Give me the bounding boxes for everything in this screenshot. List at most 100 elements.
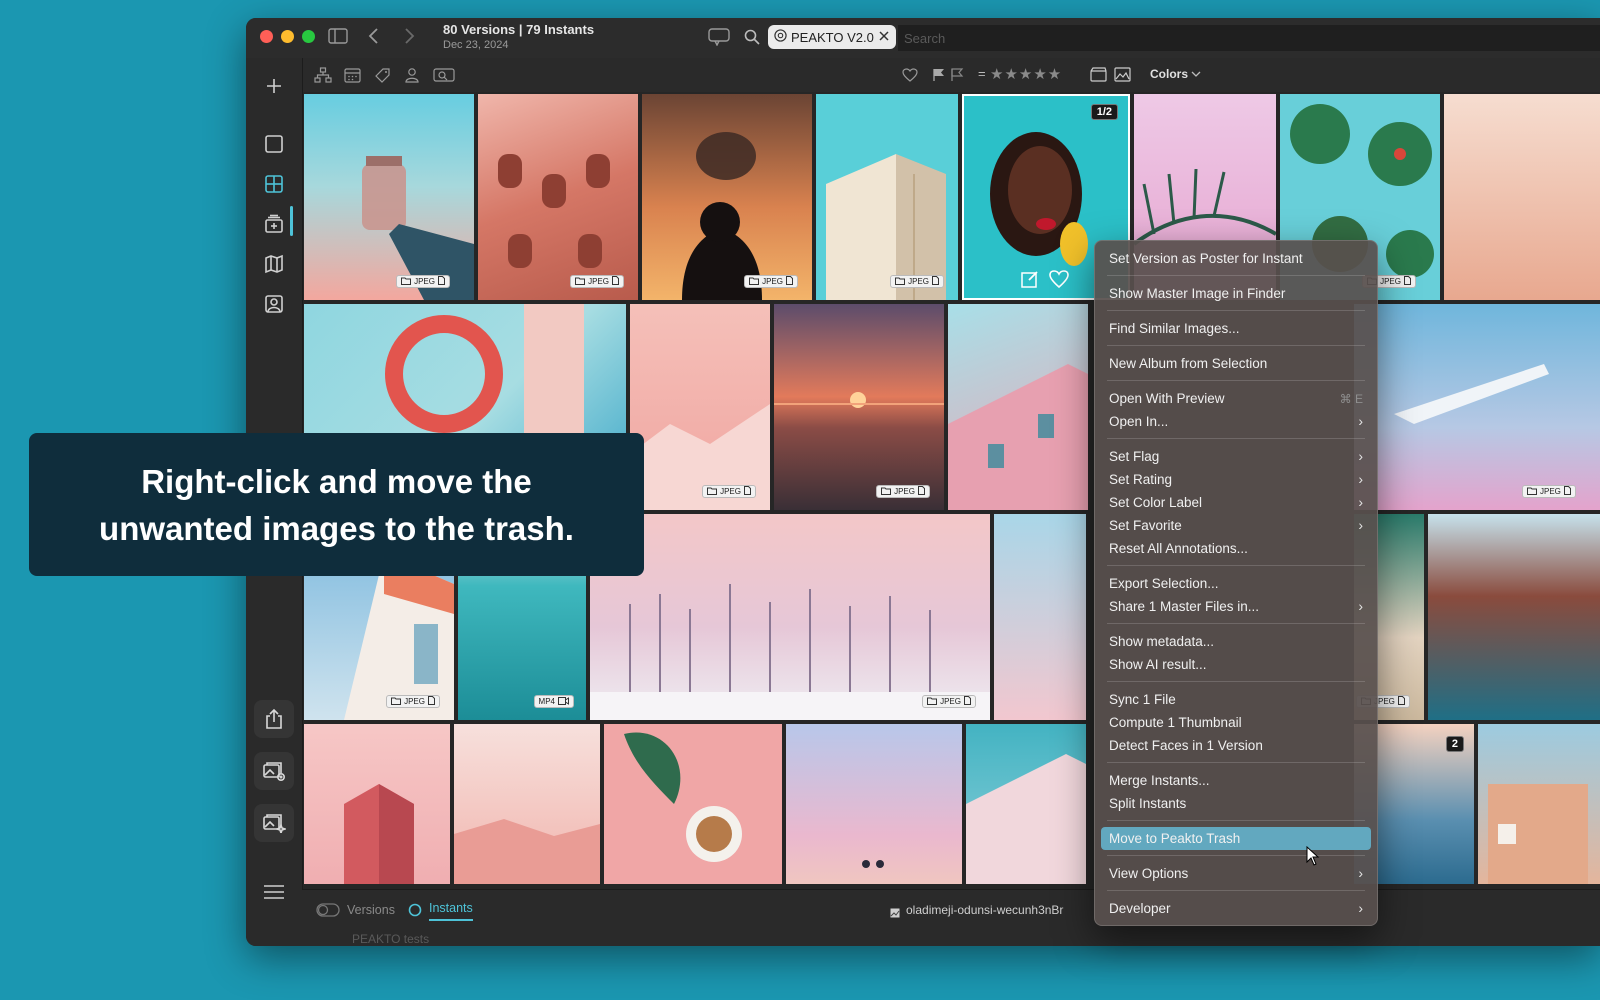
search-input[interactable]: [898, 25, 1600, 51]
back-icon[interactable]: [367, 27, 379, 50]
folder-icon: [881, 487, 892, 497]
rating-stars[interactable]: ★★★★★: [990, 65, 1062, 83]
photo-tile[interactable]: [948, 304, 1088, 510]
versions-label[interactable]: Versions: [347, 903, 395, 917]
version-count-badge: 1/2: [1090, 104, 1118, 120]
photo-tile[interactable]: JPEG: [1354, 304, 1600, 510]
minimize-window-button[interactable]: [281, 30, 294, 43]
menu-item-compute-thumbnail[interactable]: Compute 1 Thumbnail: [1101, 711, 1371, 734]
filter-toolbar: = ★★★★★ Colors: [302, 58, 1600, 92]
single-view-button[interactable]: [260, 130, 288, 158]
menu-item-set-poster[interactable]: Set Version as Poster for Instant: [1101, 247, 1371, 270]
photo-tile[interactable]: [1478, 724, 1600, 884]
menu-item-developer[interactable]: Developer ›: [1101, 897, 1371, 920]
search-icon[interactable]: [744, 29, 760, 50]
photo-tile[interactable]: JPEG: [590, 514, 990, 720]
close-window-button[interactable]: [260, 30, 273, 43]
file-type-badge: JPEG: [570, 275, 624, 288]
map-button[interactable]: [260, 250, 288, 278]
people-button[interactable]: [260, 290, 288, 318]
share-button[interactable]: [254, 700, 294, 738]
rating-operator[interactable]: =: [978, 66, 986, 81]
menu-item-detect-faces[interactable]: Detect Faces in 1 Version: [1101, 734, 1371, 757]
pink-house-image: [948, 364, 1088, 510]
keyboard-shortcut: ⌘ E: [1339, 391, 1363, 406]
ai-import-button[interactable]: [254, 804, 294, 842]
remove-token-icon[interactable]: [878, 30, 890, 45]
menu-item-open-with-preview[interactable]: Open With Preview ⌘ E: [1101, 387, 1371, 410]
menu-item-show-metadata[interactable]: Show metadata...: [1101, 630, 1371, 653]
photo-tile[interactable]: [1428, 514, 1600, 720]
menu-item-find-similar[interactable]: Find Similar Images...: [1101, 317, 1371, 340]
plus-icon: [267, 79, 281, 93]
photo-tile[interactable]: [304, 724, 450, 884]
folder-icon: [895, 277, 906, 287]
photo-tile[interactable]: [604, 724, 782, 884]
context-menu: Set Version as Poster for Instant Show M…: [1094, 240, 1378, 926]
photo-tile[interactable]: JPEG: [642, 94, 812, 300]
callout-line-2: unwanted images to the trash.: [99, 509, 574, 547]
menu-item-move-to-trash[interactable]: Move to Peakto Trash: [1101, 827, 1371, 850]
menu-item-reset-annotations[interactable]: Reset All Annotations...: [1101, 537, 1371, 560]
menu-item-set-flag[interactable]: Set Flag ›: [1101, 445, 1371, 468]
colors-dropdown[interactable]: Colors: [1150, 67, 1201, 81]
menu-item-view-options[interactable]: View Options ›: [1101, 862, 1371, 885]
image-filter-icon[interactable]: [1114, 67, 1131, 87]
photo-tile[interactable]: [786, 724, 962, 884]
photo-tile[interactable]: [966, 724, 1086, 884]
import-images-button[interactable]: [254, 752, 294, 790]
menu-item-share-master-files[interactable]: Share 1 Master Files in... ›: [1101, 595, 1371, 618]
photo-tile[interactable]: JPEG: [774, 304, 944, 510]
menu-item-export-selection[interactable]: Export Selection...: [1101, 572, 1371, 595]
menu-item-set-favorite[interactable]: Set Favorite ›: [1101, 514, 1371, 537]
reject-flag-icon[interactable]: [950, 68, 964, 87]
edit-icon[interactable]: [1020, 269, 1040, 294]
menu-item-show-ai-result[interactable]: Show AI result...: [1101, 653, 1371, 676]
menu-separator: [1107, 565, 1365, 566]
file-icon: [1404, 276, 1411, 287]
instants-label[interactable]: Instants: [429, 901, 473, 921]
menu-separator: [1107, 820, 1365, 821]
menu-separator: [1107, 855, 1365, 856]
zoom-window-button[interactable]: [302, 30, 315, 43]
comment-icon[interactable]: [708, 28, 730, 51]
photo-tile[interactable]: [1444, 94, 1600, 300]
forward-icon[interactable]: [404, 27, 416, 50]
add-button[interactable]: [260, 72, 288, 100]
file-icon: [438, 276, 445, 287]
photo-tile[interactable]: JPEG: [816, 94, 958, 300]
calendar-icon[interactable]: [344, 67, 361, 88]
instants-radio[interactable]: [408, 903, 422, 922]
person-icon[interactable]: [404, 67, 420, 88]
menu-separator: [1107, 762, 1365, 763]
ai-search-icon[interactable]: [433, 67, 455, 88]
tag-icon[interactable]: [374, 67, 391, 89]
heart-icon[interactable]: [1048, 269, 1070, 294]
hierarchy-icon[interactable]: [314, 67, 332, 88]
photo-tile[interactable]: JPEG: [478, 94, 638, 300]
menu-item-split-instants[interactable]: Split Instants: [1101, 792, 1371, 815]
menu-item-show-in-finder[interactable]: Show Master Image in Finder: [1101, 282, 1371, 305]
menu-item-set-color-label[interactable]: Set Color Label ›: [1101, 491, 1371, 514]
photo-tile[interactable]: [454, 724, 600, 884]
sidebar-toggle-icon[interactable]: [328, 28, 348, 49]
menu-item-set-rating[interactable]: Set Rating ›: [1101, 468, 1371, 491]
photo-tile[interactable]: JPEG: [630, 304, 770, 510]
hamburger-menu-button[interactable]: [258, 878, 290, 906]
photo-tile[interactable]: [994, 514, 1086, 720]
grid-layout-icon: [265, 175, 283, 193]
favorite-heart-icon[interactable]: [902, 68, 918, 87]
photo-tile[interactable]: JPEG: [304, 94, 474, 300]
menu-item-new-album[interactable]: New Album from Selection: [1101, 352, 1371, 375]
video-filter-icon[interactable]: [1090, 67, 1107, 87]
versions-toggle[interactable]: [316, 903, 340, 922]
flag-icon[interactable]: [932, 68, 946, 87]
grid-view-button[interactable]: [260, 170, 288, 198]
albums-button[interactable]: [260, 210, 288, 238]
file-type-badge: JPEG: [396, 275, 450, 288]
file-icon: [1397, 696, 1405, 707]
menu-item-open-in[interactable]: Open In... ›: [1101, 410, 1371, 433]
menu-item-merge-instants[interactable]: Merge Instants...: [1101, 769, 1371, 792]
search-token-chip[interactable]: PEAKTO V2.0: [768, 25, 896, 49]
menu-item-sync-file[interactable]: Sync 1 File: [1101, 688, 1371, 711]
